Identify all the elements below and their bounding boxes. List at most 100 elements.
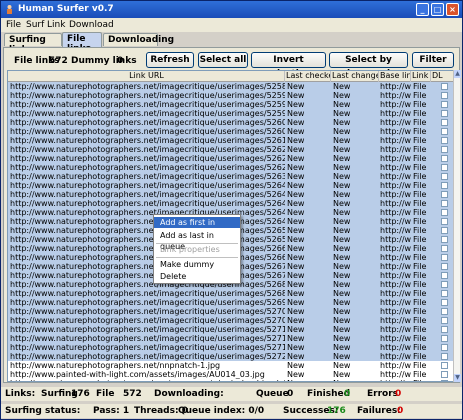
- download-checkbox[interactable]: [441, 200, 448, 207]
- col-last-changed[interactable]: Last changed: [331, 71, 379, 82]
- add-last-in-queue-item[interactable]: Add as last in queue: [154, 230, 240, 251]
- download-checkbox[interactable]: [441, 326, 448, 333]
- downloading-label: Downloading:: [154, 389, 224, 399]
- select-by-keyword-button[interactable]: Select by keyword: [329, 52, 408, 79]
- download-checkbox[interactable]: [441, 119, 448, 126]
- cell-url: http://www.naturephotographers.net/image…: [10, 280, 285, 289]
- table-row[interactable]: http://www.naturephotographers.net/image…: [8, 145, 453, 154]
- table-row[interactable]: http://www.naturephotographers.net/image…: [8, 172, 453, 181]
- table-row[interactable]: http://www.naturephotographers.net/image…: [8, 316, 453, 325]
- vertical-scrollbar[interactable]: ▲ ▼: [453, 70, 461, 382]
- download-checkbox[interactable]: [441, 236, 448, 243]
- download-checkbox[interactable]: [441, 371, 448, 378]
- add-first-in-queue-item[interactable]: Add as first in queue: [154, 217, 240, 238]
- download-checkbox[interactable]: [441, 227, 448, 234]
- maximize-icon[interactable]: □: [431, 3, 444, 16]
- close-icon[interactable]: ×: [446, 3, 459, 16]
- table-row[interactable]: http://www.naturephotographers.net/image…: [8, 136, 453, 145]
- table-row[interactable]: http://www.naturephotographers.net/image…: [8, 343, 453, 352]
- table-row[interactable]: http://www.naturephotographers.net/image…: [8, 190, 453, 199]
- download-checkbox[interactable]: [441, 155, 448, 162]
- table-row[interactable]: http://www.naturephotographers.net/image…: [8, 109, 453, 118]
- download-checkbox[interactable]: [441, 218, 448, 225]
- download-checkbox[interactable]: [441, 137, 448, 144]
- menu-download[interactable]: Download: [69, 20, 114, 30]
- download-checkbox[interactable]: [441, 317, 448, 324]
- delete-item[interactable]: Delete: [154, 271, 240, 282]
- col-link-url[interactable]: Link URL: [8, 71, 285, 82]
- download-checkbox[interactable]: [441, 272, 448, 279]
- download-checkbox[interactable]: [441, 146, 448, 153]
- minimize-icon[interactable]: _: [416, 3, 429, 16]
- download-checkbox[interactable]: [441, 110, 448, 117]
- scroll-up-icon[interactable]: ▲: [454, 70, 461, 78]
- table-row[interactable]: http://www.naturephotographers.net/image…: [8, 100, 453, 109]
- table-row[interactable]: http://www.naturephotographers.net/image…: [8, 91, 453, 100]
- download-checkbox[interactable]: [441, 299, 448, 306]
- download-checkbox[interactable]: [441, 245, 448, 252]
- col-link-type[interactable]: Link: [411, 71, 431, 82]
- col-last-checked[interactable]: Last checked: [285, 71, 331, 82]
- cell-base: http://w...: [380, 109, 411, 118]
- download-checkbox[interactable]: [441, 164, 448, 171]
- title-bar[interactable]: Human Surfer v0.7 _ □ ×: [1, 1, 462, 18]
- filter-button[interactable]: Filter: [412, 52, 454, 68]
- table-row[interactable]: http://www.naturephotographers.net/image…: [8, 307, 453, 316]
- cell-type: File: [413, 163, 427, 172]
- download-checkbox[interactable]: [441, 290, 448, 297]
- cell-base: http://w...: [380, 352, 411, 361]
- table-row[interactable]: http://www.naturephotographers.net/image…: [8, 289, 453, 298]
- table-row[interactable]: http://www.naturephotographers.net/image…: [8, 118, 453, 127]
- download-checkbox[interactable]: [441, 335, 448, 342]
- cell-type: File: [413, 127, 427, 136]
- invert-selection-button[interactable]: Invert selection: [251, 52, 326, 79]
- table-row[interactable]: http://www.naturephotographers.net/image…: [8, 154, 453, 163]
- download-checkbox[interactable]: [441, 344, 448, 351]
- table-row[interactable]: http://www.naturephotographers.net/image…: [8, 181, 453, 190]
- download-checkbox[interactable]: [441, 281, 448, 288]
- menu-surf[interactable]: Surf: [26, 20, 44, 30]
- tab-file-links[interactable]: File links: [62, 32, 102, 54]
- table-row[interactable]: http://www.naturephotographers.net/image…: [8, 334, 453, 343]
- table-row[interactable]: http://www.naturephotographers.net/image…: [8, 352, 453, 361]
- download-checkbox[interactable]: [441, 209, 448, 216]
- select-all-button[interactable]: Select all: [198, 52, 248, 68]
- cell-changed: New: [333, 244, 351, 253]
- cell-base: http://w...: [380, 190, 411, 199]
- download-checkbox[interactable]: [441, 101, 448, 108]
- cell-type: File: [413, 82, 427, 91]
- download-checkbox[interactable]: [441, 128, 448, 135]
- table-row[interactable]: http://www.naturephotographers.net/image…: [8, 298, 453, 307]
- table-row[interactable]: http://www.naturephotographers.net/nnpna…: [8, 361, 453, 370]
- download-checkbox[interactable]: [441, 380, 448, 381]
- menu-link[interactable]: Link: [47, 20, 65, 30]
- download-checkbox[interactable]: [441, 263, 448, 270]
- tab-downloading[interactable]: Downloading: [103, 33, 174, 46]
- refresh-button[interactable]: Refresh: [146, 52, 194, 68]
- table-row[interactable]: http://www.naturephotographers.net/image…: [8, 127, 453, 136]
- table-row[interactable]: http://www.simmonsphotoarts.com/western …: [8, 379, 453, 381]
- table-row[interactable]: http://www.naturephotographers.net/image…: [8, 199, 453, 208]
- table-row[interactable]: http://www.naturephotographers.net/image…: [8, 163, 453, 172]
- download-checkbox[interactable]: [441, 173, 448, 180]
- col-dl[interactable]: DL: [431, 71, 453, 82]
- download-checkbox[interactable]: [441, 191, 448, 198]
- download-checkbox[interactable]: [441, 254, 448, 261]
- cell-checked: New: [287, 307, 305, 316]
- cell-base: http://w...: [380, 172, 411, 181]
- table-row[interactable]: http://www.painted-with-light.com/assets…: [8, 370, 453, 379]
- download-checkbox[interactable]: [441, 92, 448, 99]
- menu-file[interactable]: File: [6, 20, 21, 30]
- cell-url: http://www.naturephotographers.net/image…: [10, 154, 285, 163]
- download-checkbox[interactable]: [441, 83, 448, 90]
- table-row[interactable]: http://www.naturephotographers.net/image…: [8, 82, 453, 91]
- make-dummy-item[interactable]: Make dummy: [154, 259, 240, 270]
- col-base-link[interactable]: Base link: [379, 71, 411, 82]
- table-row[interactable]: http://www.naturephotographers.net/image…: [8, 325, 453, 334]
- download-checkbox[interactable]: [441, 308, 448, 315]
- scroll-down-icon[interactable]: ▼: [454, 374, 461, 382]
- download-checkbox[interactable]: [441, 182, 448, 189]
- tab-surfing-links[interactable]: Surfing links: [4, 33, 62, 55]
- download-checkbox[interactable]: [441, 353, 448, 360]
- download-checkbox[interactable]: [441, 362, 448, 369]
